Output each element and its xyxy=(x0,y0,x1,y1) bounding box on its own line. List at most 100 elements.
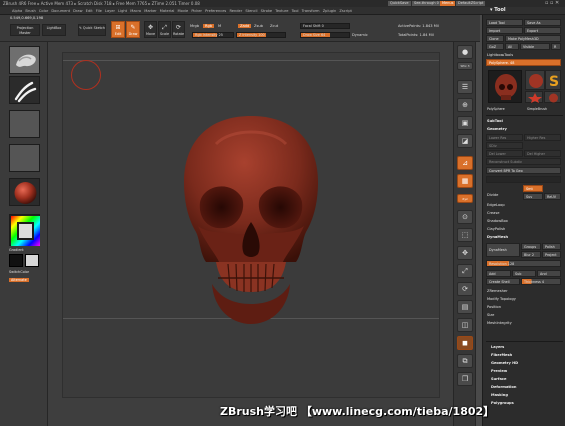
rotate-mode-button[interactable]: ⟳ Rotate xyxy=(172,21,185,38)
add-button[interactable]: Add xyxy=(486,270,511,277)
material-thumbnail[interactable] xyxy=(9,178,40,206)
size-header[interactable]: Size xyxy=(487,313,494,317)
r-button[interactable]: R xyxy=(551,43,561,50)
all-button[interactable]: All xyxy=(505,43,519,50)
dynamic-toggle[interactable]: Dynamic xyxy=(352,33,368,37)
sub-button[interactable]: Sub xyxy=(512,270,536,277)
xpose-button[interactable]: ⧉ xyxy=(457,354,473,368)
resolution-slider[interactable]: Resolution 128 xyxy=(486,260,561,267)
zremesher-header[interactable]: ZRemesher xyxy=(487,289,508,293)
draw-mode-button[interactable]: ✎ Draw xyxy=(126,21,140,38)
scale-mode-button[interactable]: ⤢ Scale xyxy=(158,21,171,38)
polygroups-header[interactable]: Polygroups xyxy=(491,401,514,405)
deformation-header[interactable]: Deformation xyxy=(491,385,516,389)
sdiv-slider[interactable]: SDiv xyxy=(486,142,523,149)
preview-header[interactable]: Preview xyxy=(491,369,507,373)
tool-thumb-simplebrush[interactable]: S xyxy=(545,70,561,90)
xyz-button[interactable]: Xyz xyxy=(457,194,473,203)
scale-view-button[interactable]: ⤢ xyxy=(457,264,473,278)
tool-menu-tab[interactable]: ▾ Tool xyxy=(490,7,506,15)
del-higher-button[interactable]: Del Higher xyxy=(524,150,561,157)
default-zscript-button[interactable]: DefaultZScript xyxy=(456,1,486,6)
import-button[interactable]: Import xyxy=(486,27,523,34)
edit-mode-button[interactable]: ⊞ Edit xyxy=(111,21,125,38)
reuv-button[interactable]: ReUV xyxy=(544,193,561,200)
stroke-thumbnail[interactable] xyxy=(9,76,40,104)
zcut-toggle[interactable]: Zcut xyxy=(270,24,278,28)
switch-color-button[interactable]: SwitchColor xyxy=(9,270,29,274)
modify-topology-header[interactable]: Modify Topology xyxy=(487,297,516,301)
skull-model[interactable] xyxy=(176,114,326,326)
create-shell-button[interactable]: Create Shell xyxy=(486,278,520,285)
tool-thumb-polymesh[interactable] xyxy=(525,91,543,103)
del-lower-button[interactable]: Del Lower xyxy=(486,150,523,157)
alternate-button[interactable]: Alternate xyxy=(9,278,29,282)
claypolish-header[interactable]: ClayPolish xyxy=(487,227,505,231)
crease-header[interactable]: Crease xyxy=(487,211,499,215)
zadd-toggle[interactable]: Zadd xyxy=(238,24,252,28)
position-header[interactable]: Position xyxy=(487,305,501,309)
suv-toggle[interactable]: Suv xyxy=(523,193,543,200)
load-tool-button[interactable]: Load Tool xyxy=(486,19,523,26)
meshintegrity-header[interactable]: MeshIntegrity xyxy=(487,321,512,325)
subtool-header[interactable]: SubTool xyxy=(487,119,503,123)
shadowbox-header[interactable]: ShadowBox xyxy=(487,219,508,223)
project-toggle[interactable]: Project xyxy=(542,251,561,258)
thickness-slider[interactable]: Thickness 4 xyxy=(521,278,561,285)
layers-header[interactable]: Layers xyxy=(491,345,504,349)
smt-toggle[interactable]: Smt xyxy=(523,185,543,192)
texture-thumbnail[interactable] xyxy=(9,144,40,172)
z-intensity-slider[interactable]: Z Intensity 100 xyxy=(236,32,286,38)
rgb-intensity-slider[interactable]: Rgb Intensity 25 xyxy=(192,32,234,38)
persp-button[interactable]: ⊿ xyxy=(457,156,473,170)
rgb-toggle[interactable]: Rgb xyxy=(203,24,215,28)
mrgb-toggle[interactable]: Mrgb xyxy=(190,24,199,28)
current-tool-thumbnail[interactable] xyxy=(488,70,522,103)
move-mode-button[interactable]: ✥ Move xyxy=(144,21,157,38)
local-button[interactable]: ⊙ xyxy=(457,210,473,224)
actual-button[interactable]: ▣ xyxy=(457,116,473,130)
frame-button[interactable]: ⬚ xyxy=(457,228,473,242)
surface-header[interactable]: Surface xyxy=(491,377,506,381)
bpr-button[interactable]: ● xyxy=(457,45,473,59)
scroll-button[interactable]: ☰ xyxy=(457,80,473,94)
clone-button[interactable]: Clone xyxy=(486,35,504,42)
quick-sketch-button[interactable]: ✎ Quick Sketch xyxy=(78,24,106,36)
divide-button[interactable] xyxy=(486,176,561,183)
and-button[interactable]: And xyxy=(537,270,561,277)
geometry-hd-header[interactable]: Geometry HD xyxy=(491,361,518,365)
polyf-button[interactable]: ▤ xyxy=(457,300,473,314)
current-tool-slider[interactable]: PolySphere. 48 xyxy=(486,59,561,66)
color-picker[interactable] xyxy=(9,214,40,246)
projection-master-button[interactable]: Projection Master xyxy=(10,24,40,36)
reconstruct-subdiv-button[interactable]: Reconstruct Subdiv xyxy=(486,158,561,165)
fibermesh-header[interactable]: FiberMesh xyxy=(491,353,512,357)
edgeloop-header[interactable]: EdgeLoop xyxy=(487,203,505,207)
lightbox-tools-label[interactable]: Lightbox▸Tools xyxy=(487,53,513,57)
menu-items[interactable]: Alpha Brush Color Document Draw Edit Fil… xyxy=(12,9,352,13)
tool-thumb-polysphere[interactable] xyxy=(525,70,545,90)
focal-shift-slider[interactable]: Focal Shift 0 xyxy=(300,23,350,29)
zsub-toggle[interactable]: Zsub xyxy=(254,24,263,28)
convert-bpr-button[interactable]: Convert BPR To Geo xyxy=(486,167,561,174)
dynamesh-button[interactable]: DynaMesh xyxy=(486,243,520,257)
rotate-view-button[interactable]: ⟳ xyxy=(457,282,473,296)
aahalf-button[interactable]: ◪ xyxy=(457,134,473,148)
dynamesh-header[interactable]: DynaMesh xyxy=(487,235,508,239)
masking-header[interactable]: Masking xyxy=(491,393,508,397)
groups-toggle[interactable]: Groups xyxy=(521,243,541,250)
floor-button[interactable]: ▦ xyxy=(457,174,473,188)
lightbox-button[interactable]: LightBox xyxy=(42,24,66,36)
transp-button[interactable]: ◫ xyxy=(457,318,473,332)
zoom-button[interactable]: ⊕ xyxy=(457,98,473,112)
draw-size-slider[interactable]: Draw Size 64 xyxy=(300,32,350,38)
main-color-swatch[interactable] xyxy=(9,254,23,267)
m-toggle[interactable]: M xyxy=(218,24,221,28)
divide-label[interactable]: Divide xyxy=(487,193,498,197)
see-through-slider[interactable]: See-through 0 xyxy=(412,1,441,6)
lower-res-button[interactable]: Lower Res xyxy=(486,134,523,141)
move-view-button[interactable]: ✥ xyxy=(457,246,473,260)
secondary-color-swatch[interactable] xyxy=(25,254,39,267)
menus-button[interactable]: Menus xyxy=(440,1,456,6)
make-polymesh-button[interactable]: Make PolyMesh3D xyxy=(505,35,561,42)
